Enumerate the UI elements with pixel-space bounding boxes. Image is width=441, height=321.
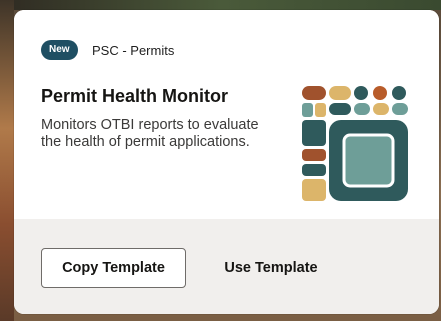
tile <box>302 103 313 117</box>
tile <box>329 103 351 115</box>
category-label: PSC - Permits <box>92 43 175 58</box>
tile <box>315 103 326 117</box>
card-description: Monitors OTBI reports to evaluate the he… <box>41 117 259 150</box>
tile <box>329 86 351 100</box>
tile <box>373 103 389 115</box>
tile <box>302 120 326 146</box>
tile <box>344 135 393 186</box>
copy-template-button[interactable]: Copy Template <box>41 248 186 288</box>
tile <box>354 86 368 100</box>
template-card[interactable]: New PSC - Permits Permit Health Monitor … <box>14 10 439 314</box>
background-strip-left <box>0 0 14 321</box>
tile <box>392 103 408 115</box>
tile <box>373 86 387 100</box>
tile <box>302 179 326 201</box>
tile <box>302 164 326 176</box>
tile <box>392 86 406 100</box>
tile <box>354 103 370 115</box>
tile <box>302 86 326 100</box>
new-badge: New <box>41 40 78 60</box>
use-template-button[interactable]: Use Template <box>211 248 331 288</box>
mosaic-tiles-illustration-icon <box>302 86 408 201</box>
tile <box>302 149 326 161</box>
background-strip-top <box>0 0 441 10</box>
card-title: Permit Health Monitor <box>41 86 229 106</box>
